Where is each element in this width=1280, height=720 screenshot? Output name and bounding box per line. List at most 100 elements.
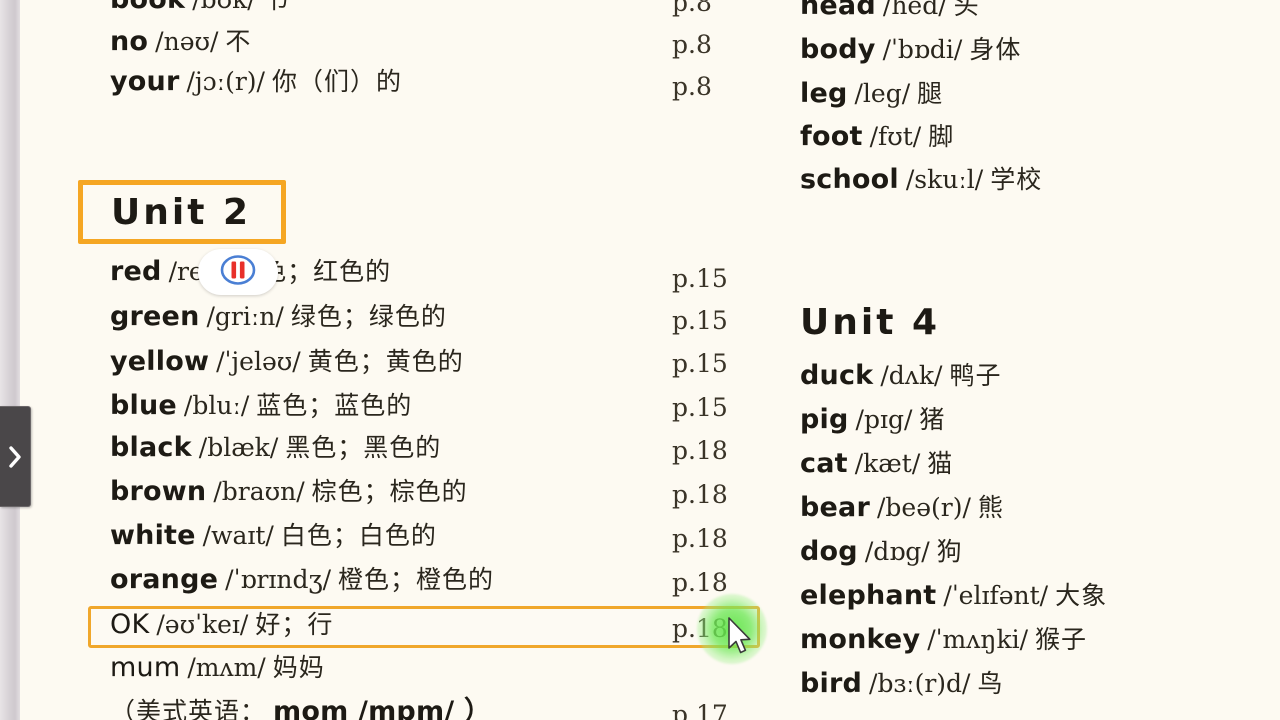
translation: 身体	[969, 35, 1022, 64]
headword: book	[110, 0, 185, 15]
arrow-cursor-icon	[727, 617, 753, 657]
list-item[interactable]: black/blæk/黑色；黑色的	[110, 434, 441, 461]
translation: 绿色；绿色的	[290, 302, 447, 331]
page-ref: p.8	[672, 72, 712, 101]
list-item[interactable]: brown/braʊn/棕色；棕色的	[110, 478, 468, 505]
translation: 橙色；橙色的	[338, 565, 495, 594]
phonetic: /əʊˈkeɪ/	[156, 610, 249, 639]
list-item[interactable]: book/bʊk/书	[110, 0, 289, 13]
translation: 狗	[936, 537, 963, 566]
headword: black	[110, 432, 192, 463]
list-item[interactable]: green/griːn/绿色；绿色的	[110, 303, 447, 330]
translation: 书	[263, 0, 289, 14]
headword: school	[800, 164, 899, 195]
list-item[interactable]: body/ˈbɒdi/身体	[800, 36, 1021, 63]
translation: 黑色；黑色的	[285, 433, 442, 462]
list-item[interactable]: duck/dʌk/鸭子	[800, 362, 1001, 389]
translation: 鸟	[977, 669, 1004, 698]
phonetic: /ˈbɒdi/	[882, 35, 963, 64]
pause-icon	[218, 254, 258, 291]
list-item[interactable]: pig/pɪg/猪	[800, 406, 945, 433]
phonetic: /dɒg/	[864, 537, 930, 566]
page-ref: p.8	[672, 30, 712, 59]
headword: body	[800, 34, 876, 65]
list-item[interactable]: leg/leg/腿	[800, 80, 943, 107]
phonetic: /fʊt/	[869, 122, 922, 151]
headword: brown	[110, 476, 207, 507]
headword: monkey	[800, 624, 921, 655]
list-item[interactable]: mum/mʌm/妈妈	[110, 654, 325, 681]
headword: cat	[800, 448, 848, 479]
translation: （美式英语：	[110, 697, 267, 720]
phonetic: /bɜː(r)d/	[869, 669, 971, 698]
list-item-selected[interactable]: OK/əʊˈkeɪ/好；行	[110, 611, 333, 638]
phonetic: /ˈmʌŋki/	[927, 625, 1029, 654]
headword: OK	[110, 609, 150, 640]
unit-2-heading-box: Unit 2	[78, 180, 286, 244]
list-item[interactable]: bear/beə(r)/熊	[800, 494, 1004, 521]
page-ref: p.18	[672, 568, 728, 597]
phonetic: /griːn/	[206, 302, 284, 331]
page-ref: p.18	[672, 524, 728, 553]
phonetic: /leg/	[854, 79, 911, 108]
headword: bear	[800, 492, 870, 523]
headword: leg	[800, 78, 848, 109]
unit-4-heading: Unit 4	[800, 302, 940, 343]
phonetic: /nəʊ/	[155, 27, 219, 56]
translation: 鸭子	[949, 361, 1002, 390]
headword: no	[110, 26, 149, 57]
headword: dog	[800, 536, 858, 567]
headword: head	[800, 0, 876, 21]
translation: 猴子	[1035, 625, 1088, 654]
phonetic: /bʊk/	[192, 0, 256, 14]
list-item[interactable]: dog/dɒg/狗	[800, 538, 963, 565]
list-item[interactable]: cat/kæt/猫	[800, 450, 953, 477]
headword: mom /mɒm/ ）	[273, 696, 492, 720]
list-item[interactable]: white/waɪt/白色；白色的	[110, 522, 437, 549]
translation: 妈妈	[272, 653, 325, 682]
phonetic: /waɪt/	[202, 521, 274, 550]
phonetic: /pɪg/	[855, 405, 913, 434]
page-ref: p.18	[672, 480, 728, 509]
list-item[interactable]: orange/ˈɒrɪndʒ/橙色；橙色的	[110, 566, 494, 593]
translation: 好；行	[255, 610, 334, 639]
list-item[interactable]: your/jɔː(r)/你（们）的	[110, 68, 402, 95]
list-item[interactable]: elephant/ˈelɪfənt/大象	[800, 582, 1107, 609]
headword: red	[110, 256, 162, 287]
translation: 头	[953, 0, 980, 20]
translation: 白色；白色的	[280, 521, 437, 550]
right-word-column: head/hed/头 body/ˈbɒdi/身体 leg/leg/腿 foot /…	[780, 0, 1280, 720]
phonetic: /jɔː(r)/	[186, 67, 265, 96]
phonetic: /ˈelɪfənt/	[943, 581, 1049, 610]
phonetic: /ˈɒrɪndʒ/	[225, 565, 332, 594]
headword: yellow	[110, 346, 210, 377]
translation: 黄色；黄色的	[307, 347, 464, 376]
page-ref: p.15	[672, 349, 728, 378]
list-item[interactable]: （美式英语： mom /mɒm/ ）	[110, 698, 491, 720]
translation: 大象	[1055, 581, 1108, 610]
headword: your	[110, 66, 180, 97]
translation: 蓝色；蓝色的	[256, 391, 413, 420]
list-item[interactable]: foot/fʊt/脚	[800, 123, 954, 150]
list-item[interactable]: school/skuːl/学校	[800, 166, 1042, 193]
list-item[interactable]: head/hed/头	[800, 0, 980, 19]
list-item[interactable]: bird/bɜː(r)d/鸟	[800, 670, 1004, 697]
list-item[interactable]: no/nəʊ/不	[110, 28, 251, 55]
headword: foot	[800, 121, 863, 152]
phonetic: /ˈjeləʊ/	[216, 347, 301, 376]
translation: 猫	[927, 449, 954, 478]
list-item[interactable]: yellow/ˈjeləʊ/黄色；黄色的	[110, 348, 464, 375]
page-ref: p.17	[672, 700, 728, 720]
list-item[interactable]: blue/bluː/蓝色；蓝色的	[110, 392, 412, 419]
translation: 学校	[990, 165, 1043, 194]
headword: orange	[110, 564, 219, 595]
phonetic: /bluː/	[183, 391, 250, 420]
headword: mum	[110, 652, 181, 683]
headword: blue	[110, 390, 177, 421]
vocabulary-page-viewer: book/bʊk/书 p.8 no/nəʊ/不 p.8 your/jɔː(r)/…	[0, 0, 1280, 720]
audio-pause-button[interactable]	[198, 249, 278, 295]
page-ref: p.15	[672, 264, 728, 293]
page-ref: p.15	[672, 306, 728, 335]
translation: 熊	[977, 493, 1004, 522]
list-item[interactable]: monkey/ˈmʌŋki/猴子	[800, 626, 1087, 653]
